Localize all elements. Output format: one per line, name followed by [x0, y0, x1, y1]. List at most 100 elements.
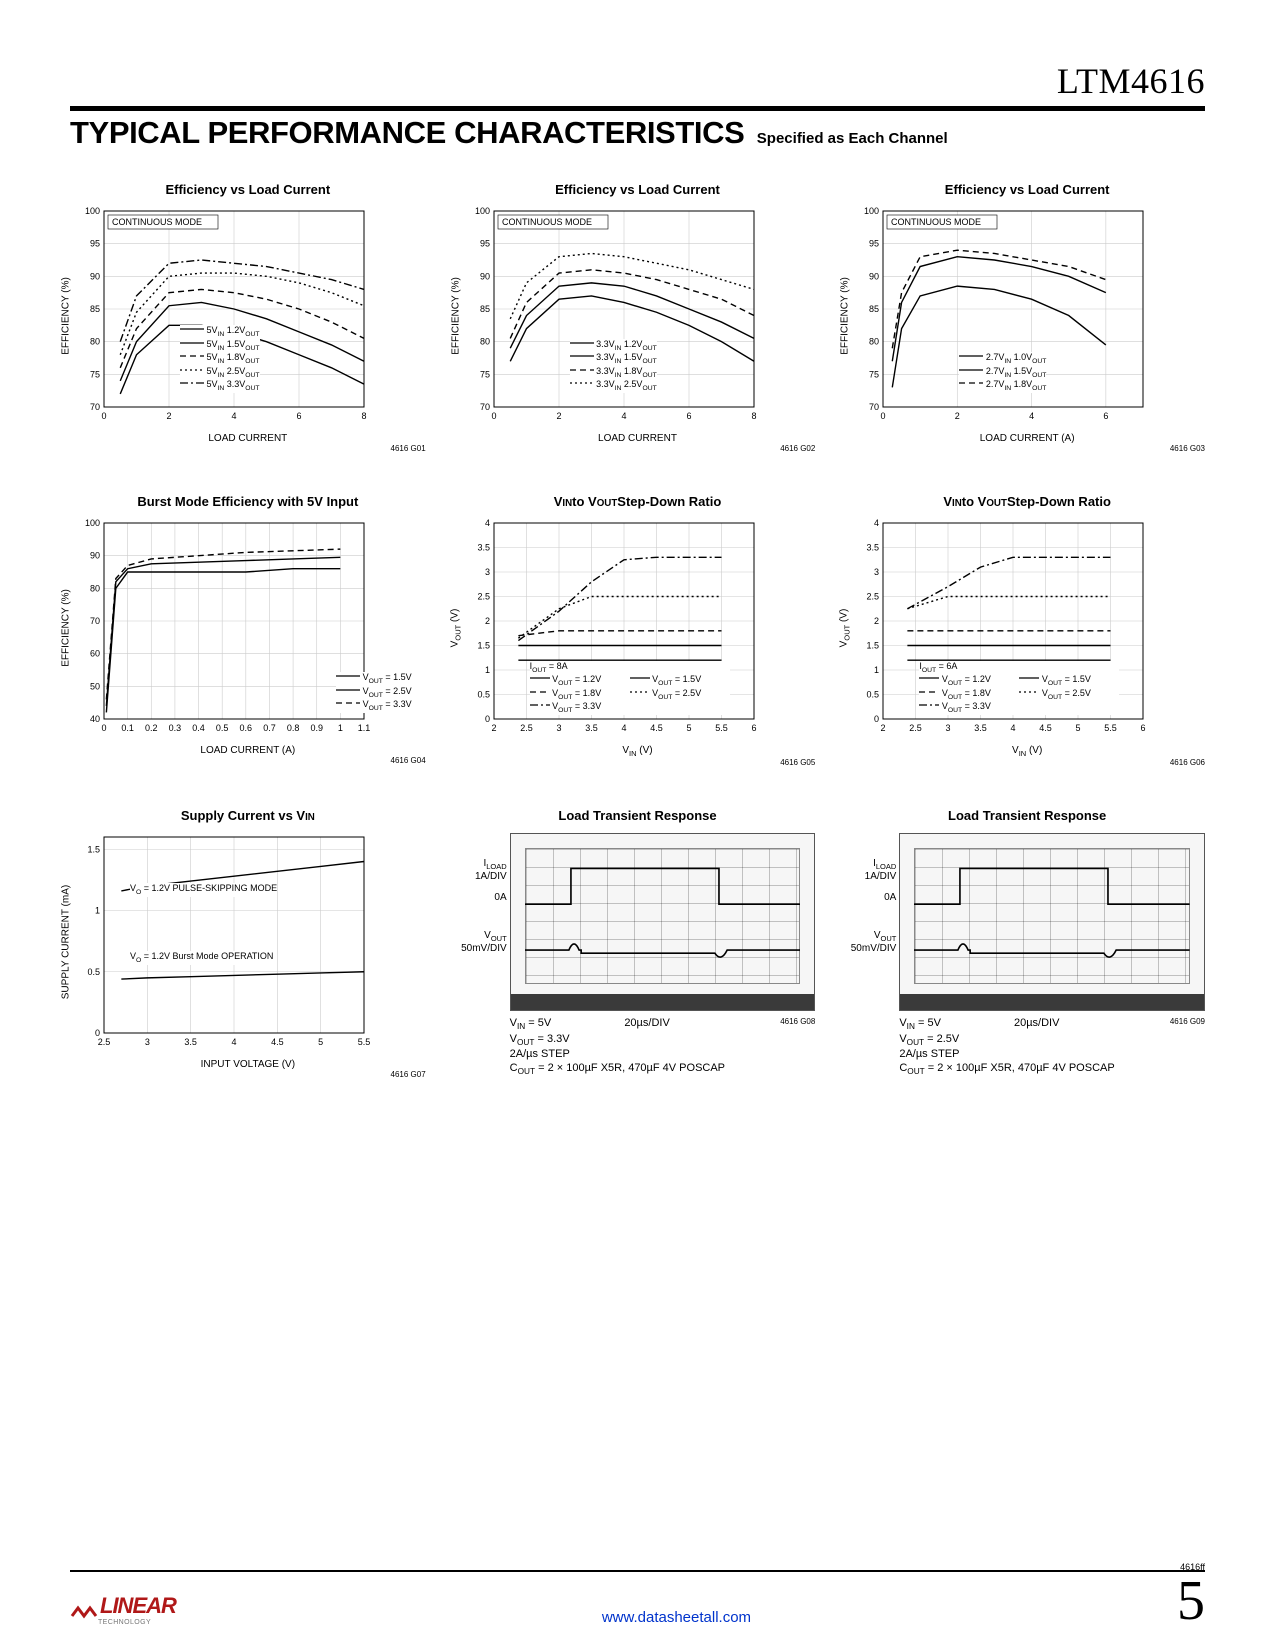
svg-text:0.8: 0.8 [287, 723, 300, 733]
chart-title: Efficiency vs Load Current [460, 167, 816, 197]
chart-title: Efficiency vs Load Current [70, 167, 426, 197]
svg-text:1.5: 1.5 [477, 641, 490, 651]
svg-text:3: 3 [485, 567, 490, 577]
fig-code: 4616 G03 [849, 444, 1205, 453]
svg-text:85: 85 [480, 304, 490, 314]
y-axis-label: EFFICIENCY (%) [61, 277, 72, 355]
footer-url[interactable]: www.datasheetall.com [602, 1609, 751, 1626]
svg-text:70: 70 [90, 402, 100, 412]
svg-text:3: 3 [946, 723, 951, 733]
svg-text:2: 2 [491, 723, 496, 733]
svg-text:85: 85 [90, 304, 100, 314]
svg-text:4: 4 [874, 518, 879, 528]
fig-code: 4616 G07 [70, 1070, 426, 1079]
svg-text:2.5: 2.5 [867, 592, 880, 602]
svg-text:4: 4 [1029, 411, 1034, 421]
svg-text:CONTINUOUS MODE: CONTINUOUS MODE [891, 217, 981, 227]
x-axis-label: LOAD CURRENT [460, 433, 816, 444]
svg-text:0: 0 [101, 411, 106, 421]
svg-text:1: 1 [874, 665, 879, 675]
logo-sub: TECHNOLOGY [98, 1619, 176, 1626]
y-axis-label: EFFICIENCY (%) [840, 277, 851, 355]
svg-text:2: 2 [881, 723, 886, 733]
y-axis-label: EFFICIENCY (%) [61, 589, 72, 667]
svg-text:0.7: 0.7 [263, 723, 276, 733]
fig-code: 4616 G02 [460, 444, 816, 453]
scope-conditions: VIN = 5V 20µs/DIV 4616 G08 VOUT = 3.3V 2… [460, 1017, 816, 1077]
svg-text:80: 80 [869, 337, 879, 347]
svg-text:3.5: 3.5 [585, 723, 598, 733]
part-number: LTM4616 [70, 60, 1205, 102]
svg-text:6: 6 [1104, 411, 1109, 421]
svg-text:0: 0 [491, 411, 496, 421]
svg-text:1: 1 [338, 723, 343, 733]
svg-text:5.5: 5.5 [715, 723, 728, 733]
svg-text:4.5: 4.5 [1040, 723, 1053, 733]
svg-text:2: 2 [166, 411, 171, 421]
chart-cell: Efficiency vs Load Current02467075808590… [849, 167, 1205, 453]
svg-text:95: 95 [869, 239, 879, 249]
logo-text: LINEAR [100, 1593, 176, 1619]
svg-text:100: 100 [864, 206, 879, 216]
svg-text:0.6: 0.6 [240, 723, 253, 733]
svg-text:60: 60 [90, 649, 100, 659]
svg-text:0.1: 0.1 [121, 723, 134, 733]
linear-logo: LINEAR TECHNOLOGY [70, 1593, 176, 1626]
svg-text:3: 3 [556, 723, 561, 733]
svg-text:80: 80 [90, 583, 100, 593]
fig-code: 4616 G06 [849, 758, 1205, 767]
section-subtitle: Specified as Each Channel [757, 130, 948, 147]
svg-text:5.5: 5.5 [358, 1037, 370, 1047]
y-axis-label: SUPPLY CURRENT (mA) [61, 885, 72, 999]
x-axis-label: VIN (V) [849, 745, 1205, 758]
fig-code: 4616 G01 [70, 444, 426, 453]
chart-title: Burst Mode Efficiency with 5V Input [70, 479, 426, 509]
scope-conditions: VIN = 5V 20µs/DIV 4616 G09 VOUT = 2.5V 2… [849, 1017, 1205, 1077]
page-number: 5 [1177, 1576, 1205, 1626]
svg-text:0: 0 [881, 411, 886, 421]
svg-text:5: 5 [318, 1037, 323, 1047]
svg-text:4: 4 [231, 1037, 236, 1047]
x-axis-label: VIN (V) [460, 745, 816, 758]
fig-code: 4616 G04 [70, 756, 426, 765]
svg-text:90: 90 [90, 551, 100, 561]
svg-text:75: 75 [90, 369, 100, 379]
svg-text:90: 90 [90, 271, 100, 281]
chart-title: Load Transient Response [849, 793, 1205, 823]
svg-text:6: 6 [296, 411, 301, 421]
chart-cell: Burst Mode Efficiency with 5V Input 0 0.1 0… [70, 479, 426, 767]
svg-text:0: 0 [874, 714, 879, 724]
x-axis-label: LOAD CURRENT (A) [849, 433, 1205, 444]
svg-text:1.1: 1.1 [358, 723, 370, 733]
svg-text:3.5: 3.5 [867, 543, 880, 553]
svg-text:6: 6 [686, 411, 691, 421]
svg-text:40: 40 [90, 714, 100, 724]
svg-text:90: 90 [480, 271, 490, 281]
svg-text:0: 0 [95, 1028, 100, 1038]
svg-text:95: 95 [480, 239, 490, 249]
svg-text:4: 4 [231, 411, 236, 421]
svg-text:0.5: 0.5 [216, 723, 229, 733]
svg-text:4: 4 [485, 518, 490, 528]
svg-text:3: 3 [874, 567, 879, 577]
svg-text:3.5: 3.5 [477, 543, 490, 553]
svg-text:70: 70 [480, 402, 490, 412]
svg-text:6: 6 [751, 723, 756, 733]
chart-cell: VIN to VOUT Step-Down Ratio22.533.544.55… [460, 479, 816, 767]
svg-text:0.5: 0.5 [477, 690, 490, 700]
svg-text:90: 90 [869, 271, 879, 281]
svg-text:1: 1 [95, 906, 100, 916]
svg-text:2: 2 [485, 616, 490, 626]
svg-text:8: 8 [751, 411, 756, 421]
rule-top-heavy [70, 106, 1205, 111]
x-axis-label: LOAD CURRENT (A) [70, 745, 426, 756]
svg-text:2.5: 2.5 [98, 1037, 111, 1047]
svg-text:2.5: 2.5 [477, 592, 490, 602]
svg-text:5.5: 5.5 [1105, 723, 1118, 733]
svg-text:0.4: 0.4 [192, 723, 205, 733]
svg-text:2: 2 [955, 411, 960, 421]
svg-text:0: 0 [101, 723, 106, 733]
svg-text:5: 5 [1076, 723, 1081, 733]
svg-text:75: 75 [480, 369, 490, 379]
chart-title: Supply Current vs VIN [70, 793, 426, 823]
